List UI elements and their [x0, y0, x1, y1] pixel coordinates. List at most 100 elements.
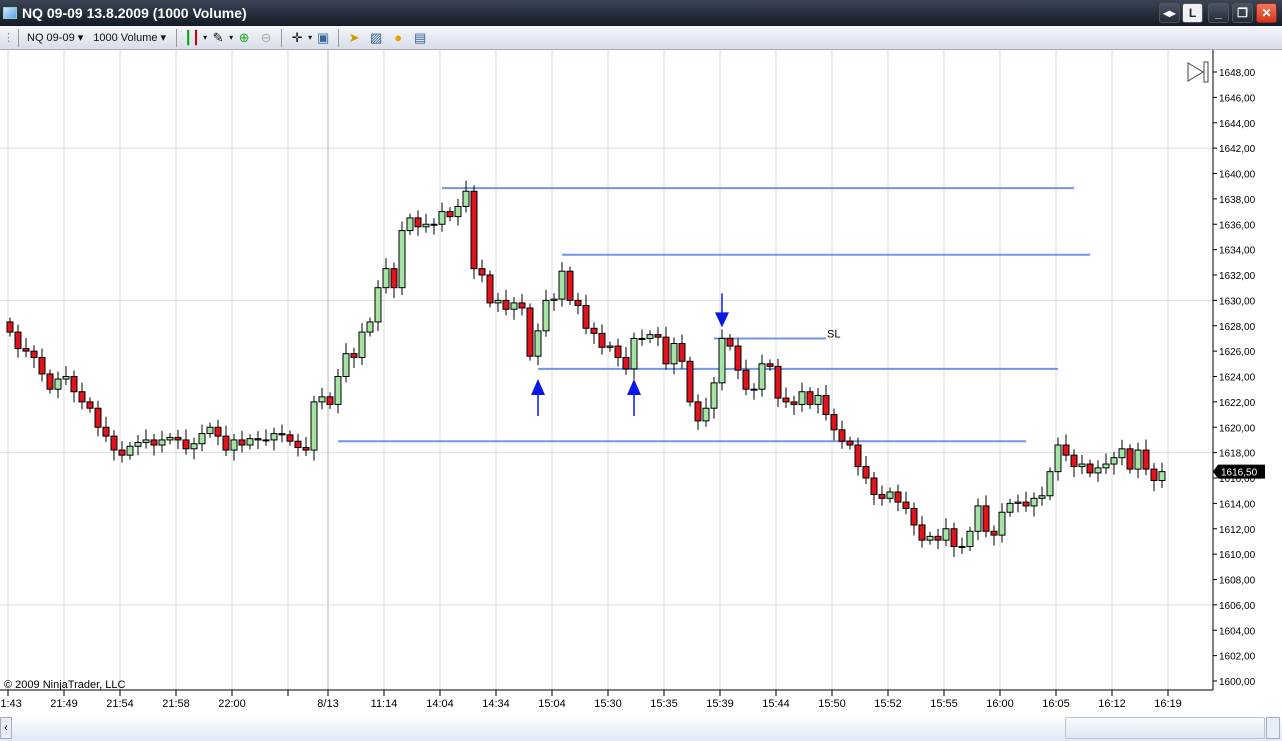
strategy-icon[interactable]: ➤	[346, 30, 362, 46]
horizontal-scrollbar[interactable]: ‹	[0, 715, 1282, 741]
instrument-dropdown[interactable]: NQ 09-09 ▾	[27, 31, 83, 44]
price-tick-label: 1618,00	[1219, 449, 1256, 460]
candle-body	[254, 438, 262, 441]
candle-body	[782, 397, 790, 403]
candle-body	[390, 268, 398, 289]
price-tick-label: 1634,00	[1219, 246, 1256, 257]
time-tick-label: 15:39	[706, 698, 734, 710]
price-tick-label: 1632,00	[1219, 271, 1256, 282]
candle-body	[174, 436, 182, 441]
candle-body	[822, 395, 830, 416]
properties-icon[interactable]: ▤	[412, 30, 428, 46]
copyright-text: © 2009 NinjaTrader, LLC	[4, 679, 125, 691]
candle-body	[262, 439, 270, 442]
candle-body	[926, 535, 934, 541]
divider	[18, 28, 19, 47]
scroll-thumb[interactable]	[1065, 717, 1265, 739]
candle-body	[182, 439, 190, 450]
candle-body	[518, 302, 526, 309]
candle-body	[38, 356, 46, 375]
candle-body	[902, 501, 910, 509]
candle-body	[166, 436, 174, 441]
drawing-tool-icon[interactable]: ✎	[210, 30, 226, 46]
candle-body	[846, 440, 854, 446]
candle-body	[542, 299, 550, 332]
divider	[338, 28, 340, 47]
candle-body	[958, 546, 966, 549]
candle-body	[838, 429, 846, 442]
data-box-icon[interactable]: ▣	[315, 30, 331, 46]
time-tick-label: 15:50	[818, 698, 846, 710]
candle-body	[638, 337, 646, 340]
price-tick-label: 1638,00	[1219, 195, 1256, 206]
price-tick-label: 1626,00	[1219, 347, 1256, 358]
candle-body	[726, 337, 734, 347]
candle-body	[142, 439, 150, 443]
candle-body	[318, 396, 326, 403]
time-tick-label: 15:52	[874, 698, 902, 710]
time-tick-label: 14:04	[426, 698, 454, 710]
time-tick-label: 16:12	[1098, 698, 1126, 710]
candle-body	[462, 190, 470, 207]
candle-body	[606, 345, 614, 348]
candle-body	[734, 345, 742, 371]
price-tick-label: 1620,00	[1219, 423, 1256, 434]
price-chart[interactable]: 1600,00 1602,00 1604,00 1606,00 1608,00 1610,…	[0, 50, 1282, 715]
time-tick-label: 21:49	[50, 698, 78, 710]
candle-body	[694, 401, 702, 422]
candle-body	[310, 401, 318, 451]
candle-body	[270, 433, 278, 441]
indicator-icon[interactable]: ▨	[368, 30, 384, 46]
candle-body	[710, 382, 718, 409]
price-tick-label: 1608,00	[1219, 576, 1256, 587]
candle-body	[486, 274, 494, 304]
time-tick-label: 21:58	[162, 698, 190, 710]
candle-body	[302, 447, 310, 451]
candle-body	[398, 230, 406, 289]
scroll-left-button[interactable]: ‹	[0, 717, 12, 739]
candle-body	[350, 353, 358, 358]
candle-body	[870, 477, 878, 495]
price-tick-label: 1648,00	[1219, 68, 1256, 79]
candlestick	[470, 185, 478, 280]
candle-body	[622, 356, 630, 370]
candle-body	[678, 343, 686, 362]
link-button[interactable]: ◂▸	[1159, 3, 1180, 23]
price-tick-label: 1600,00	[1219, 677, 1256, 688]
candle-body	[878, 493, 886, 499]
candle-body	[78, 391, 86, 403]
account-icon[interactable]: ●	[390, 30, 406, 46]
candle-body	[806, 391, 814, 405]
price-tick-label: 1612,00	[1219, 525, 1256, 536]
candle-body	[422, 223, 430, 228]
price-tick-label: 1642,00	[1219, 144, 1256, 155]
restore-button[interactable]: ❐	[1232, 3, 1253, 23]
price-tick-label: 1646,00	[1219, 93, 1256, 104]
scroll-right-button[interactable]	[1266, 717, 1280, 739]
candle-body	[854, 444, 862, 468]
layout-button[interactable]: L	[1182, 3, 1203, 23]
candle-body	[62, 376, 70, 380]
minimize-button[interactable]: _	[1208, 3, 1229, 23]
price-tick-label: 1604,00	[1219, 626, 1256, 637]
candle-body	[990, 530, 998, 536]
line-label: SL	[827, 328, 840, 340]
price-tick-label: 1644,00	[1219, 119, 1256, 130]
candle-body	[998, 511, 1006, 536]
interval-dropdown[interactable]: 1000 Volume ▾	[93, 31, 166, 44]
candle-body	[406, 217, 414, 232]
crosshair-icon[interactable]: ✛	[289, 30, 305, 46]
candle-body	[94, 407, 102, 428]
candle-body	[598, 332, 606, 348]
time-tick-label: 11:14	[371, 698, 398, 710]
zoom-in-icon[interactable]: ⊕	[236, 30, 252, 46]
candlestick-style-icon[interactable]: ┃┃	[184, 30, 200, 46]
toolbar: ⋮ NQ 09-09 ▾ 1000 Volume ▾ ┃┃ ▾ ✎ ▾ ⊕ ⊖ ✛ ▾…	[0, 26, 1282, 50]
price-tick-label: 1624,00	[1219, 373, 1256, 384]
zoom-out-icon[interactable]: ⊖	[258, 30, 274, 46]
candle-body	[222, 435, 230, 451]
close-button[interactable]: ✕	[1256, 3, 1277, 23]
candle-body	[382, 268, 390, 289]
candle-body	[286, 434, 294, 442]
candle-body	[358, 331, 366, 358]
